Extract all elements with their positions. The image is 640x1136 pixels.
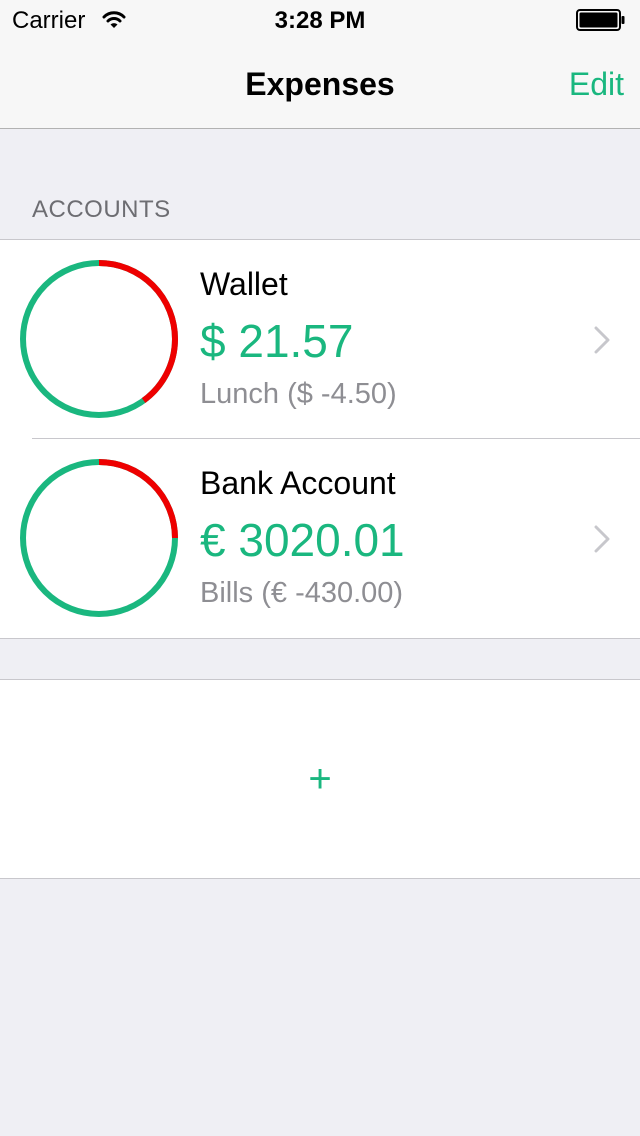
section-header-accounts: ACCOUNTS [32, 196, 171, 223]
battery-icon [576, 9, 626, 36]
add-account-button[interactable]: + [0, 680, 640, 878]
add-account-section: + [0, 679, 640, 879]
last-transaction: Bills (€ -430.00) [200, 577, 404, 609]
account-name: Wallet [200, 266, 288, 302]
last-transaction: Lunch ($ -4.50) [200, 378, 397, 410]
account-row-wallet[interactable]: Wallet $ 21.57 Lunch ($ -4.50) [0, 240, 640, 439]
account-balance: $ 21.57 [200, 315, 354, 367]
account-balance: € 3020.01 [200, 514, 405, 566]
chevron-right-icon [594, 326, 610, 354]
status-time: 3:28 PM [274, 7, 366, 34]
account-row-bank-account[interactable]: Bank Account € 3020.01 Bills (€ -430.00) [0, 439, 640, 638]
accounts-list: Wallet $ 21.57 Lunch ($ -4.50) Bank Acco… [0, 239, 640, 639]
navigation-bar: Expenses Edit [0, 40, 640, 129]
page-title: Expenses [245, 66, 395, 102]
balance-ring-icon [20, 260, 178, 418]
chevron-right-icon [594, 525, 610, 553]
edit-button[interactable]: Edit [569, 66, 624, 103]
status-bar: Carrier 3:28 PM [0, 0, 640, 40]
balance-ring-icon [20, 459, 178, 617]
account-name: Bank Account [200, 465, 396, 501]
